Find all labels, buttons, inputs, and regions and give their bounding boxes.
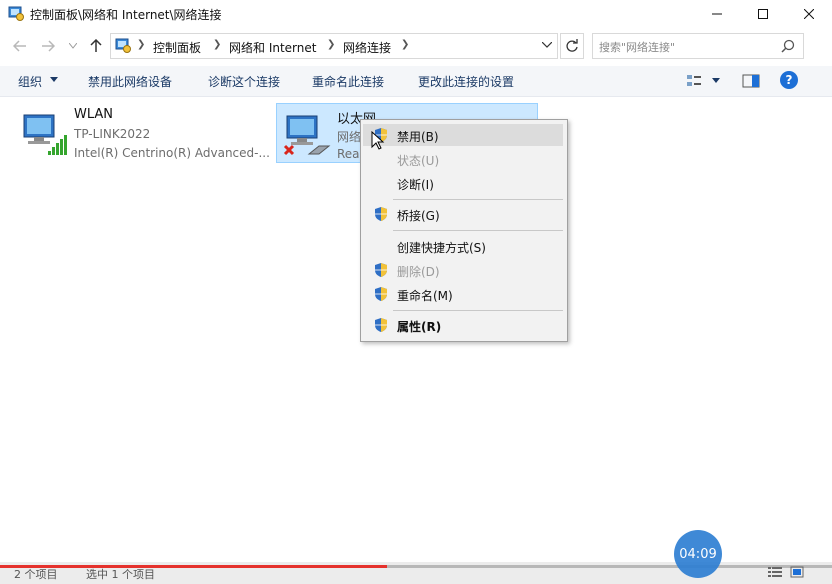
breadcrumb-control-panel[interactable]: 控制面板 [153,39,201,56]
chevron-down-icon [50,77,58,82]
menu-item-create-shortcut[interactable]: 创建快捷方式(S) [363,235,563,257]
preview-pane-icon[interactable] [742,73,760,89]
uac-shield-icon [375,318,387,332]
menu-item-diagnose[interactable]: 诊断(I) [363,172,563,194]
menu-item-label: 桥接(G) [397,209,440,223]
arrow-right-icon [42,40,55,52]
connection-item-wlan[interactable]: WLAN TP-LINK2022 Intel(R) Centrino(R) Ad… [14,103,270,161]
menu-item-label: 删除(D) [397,265,440,279]
organize-button[interactable]: 组织 [18,73,42,90]
menu-separator [393,310,563,311]
control-panel-icon [8,6,24,21]
menu-item-label: 创建快捷方式(S) [397,241,486,255]
ethernet-network-icon [283,115,331,156]
help-button[interactable]: ? [780,71,798,89]
connection-device: Rea [337,147,360,161]
menu-item-status[interactable]: 状态(U) [363,148,563,170]
arrow-up-icon [90,39,102,52]
status-item-count: 2 个项目 [14,568,58,581]
diagnose-button[interactable]: 诊断这个连接 [208,73,280,90]
close-button[interactable] [786,0,832,28]
chevron-down-icon [69,43,77,49]
recent-locations-button[interactable] [66,36,80,56]
menu-item-properties[interactable]: 属性(R) [363,314,563,336]
maximize-icon [758,9,768,19]
uac-shield-icon [375,207,387,221]
connection-name: WLAN [74,107,114,122]
maximize-button[interactable] [740,0,786,28]
video-progress-fill [0,565,387,568]
menu-separator [393,230,563,231]
minimize-icon [712,13,722,15]
up-button[interactable] [86,36,106,56]
menu-item-label: 诊断(I) [397,178,434,192]
change-settings-button[interactable]: 更改此连接的设置 [418,73,514,90]
menu-item-bridge[interactable]: 桥接(G) [363,203,563,225]
connection-network: 网络 [337,130,362,144]
chevron-down-icon[interactable] [712,78,720,83]
menu-item-label: 状态(U) [397,154,440,168]
refresh-button[interactable] [560,33,584,59]
large-icons-view-icon[interactable] [790,566,804,578]
menu-item-rename[interactable]: 重命名(M) [363,283,563,305]
uac-shield-icon [375,263,387,277]
status-selected-count: 选中 1 个项目 [86,568,155,581]
connection-network: TP-LINK2022 [74,127,151,141]
chevron-right-icon[interactable]: ❯ [327,39,335,50]
chevron-right-icon[interactable]: ❯ [401,39,409,50]
uac-shield-icon [375,287,387,301]
search-placeholder: 搜索"网络连接" [599,41,676,54]
chevron-right-icon: ❯ [137,39,146,50]
address-bar[interactable]: ❯ 控制面板 ❯ 网络和 Internet ❯ 网络连接 ❯ [110,33,558,59]
breadcrumb-network-connections[interactable]: 网络连接 [343,39,391,56]
chevron-right-icon[interactable]: ❯ [213,39,221,50]
menu-item-disable[interactable]: 禁用(B) [363,124,563,146]
menu-item-label: 重命名(M) [397,289,453,303]
menu-separator [393,199,563,200]
context-menu: 禁用(B) 状态(U) 诊断(I) 桥接(G) 创建快捷方式(S) 删除(D) … [360,119,568,342]
help-icon: ? [785,73,793,87]
back-button[interactable] [10,36,30,56]
arrow-left-icon [13,40,26,52]
title-bar: 控制面板\网络和 Internet\网络连接 [0,0,832,28]
minimize-button[interactable] [694,0,740,28]
menu-item-delete[interactable]: 删除(D) [363,259,563,281]
connection-device: Intel(R) Centrino(R) Advanced-... [74,146,270,160]
breadcrumb-network-internet[interactable]: 网络和 Internet [229,39,316,56]
refresh-icon [566,39,578,52]
window-title: 控制面板\网络和 Internet\网络连接 [30,8,222,22]
control-panel-icon [115,38,131,53]
video-time: 04:09 [679,546,717,562]
search-icon [781,39,795,53]
chevron-down-icon [542,42,552,48]
search-input[interactable]: 搜索"网络连接" [592,33,804,59]
video-time-badge: 04:09 [674,530,722,578]
command-bar: 组织 禁用此网络设备 诊断这个连接 重命名此连接 更改此连接的设置 ? [0,66,832,97]
wireless-network-icon [23,114,67,155]
forward-button[interactable] [38,36,58,56]
disable-device-button[interactable]: 禁用此网络设备 [88,73,172,90]
menu-item-label: 属性(R) [397,320,442,334]
address-dropdown-button[interactable] [540,36,554,54]
mouse-cursor-icon [371,131,385,150]
view-options-icon[interactable] [686,73,702,89]
close-icon [804,9,814,19]
rename-button[interactable]: 重命名此连接 [312,73,384,90]
menu-item-label: 禁用(B) [397,130,439,144]
details-view-icon[interactable] [768,566,782,578]
